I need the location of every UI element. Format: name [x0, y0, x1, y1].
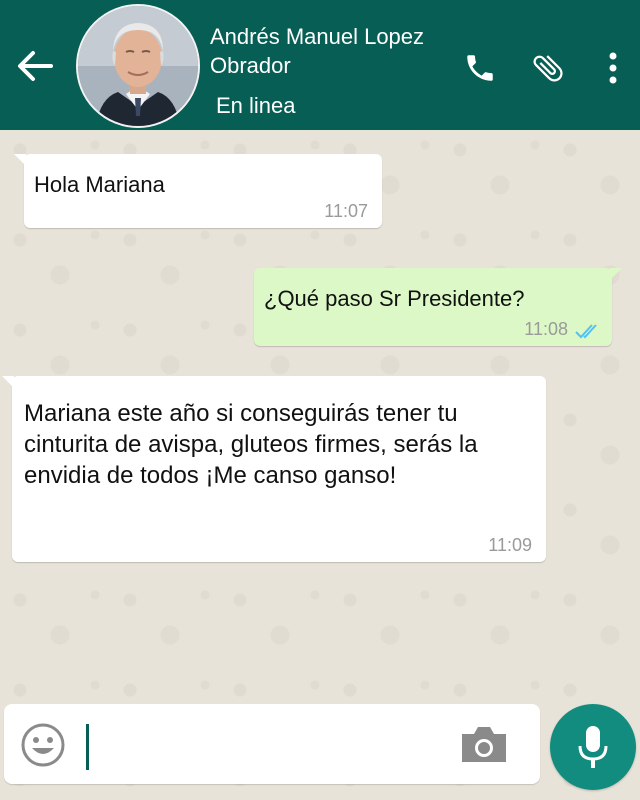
- phone-icon: [467, 55, 493, 81]
- compose-bar: [4, 704, 540, 784]
- arrow-left-icon: [18, 51, 53, 81]
- emoji-button[interactable]: [20, 722, 66, 768]
- text-cursor: [86, 724, 89, 770]
- message-time: 11:08: [524, 319, 568, 339]
- online-status: En linea: [216, 93, 296, 118]
- message-text: ¿Qué paso Sr Presidente?: [264, 286, 525, 311]
- voice-message-button[interactable]: [550, 704, 636, 790]
- camera-button[interactable]: [458, 722, 510, 768]
- message-input[interactable]: [84, 722, 448, 768]
- contact-name[interactable]: Andrés Manuel Lopez Obrador: [210, 22, 490, 80]
- more-vertical-icon: [609, 52, 617, 84]
- smiley-icon: [21, 723, 65, 767]
- chat-header: Andrés Manuel Lopez Obrador En linea: [0, 0, 640, 130]
- attach-button[interactable]: [528, 48, 568, 88]
- message-incoming[interactable]: Mariana este año si conseguirás tener tu…: [2, 376, 546, 562]
- message-text: Hola Mariana: [34, 172, 165, 197]
- contact-avatar[interactable]: [76, 4, 200, 128]
- person-photo: [78, 6, 198, 126]
- message-outgoing[interactable]: ¿Qué paso Sr Presidente? 11:08: [254, 268, 622, 346]
- camera-icon: [462, 727, 506, 762]
- message-incoming[interactable]: Hola Mariana 11:07: [14, 154, 382, 228]
- mic-icon: [578, 726, 608, 768]
- paperclip-icon: [533, 55, 563, 82]
- menu-button[interactable]: [598, 48, 628, 88]
- back-button[interactable]: [12, 46, 56, 86]
- message-time: 11:09: [488, 535, 532, 555]
- message-time: 11:07: [324, 201, 368, 221]
- call-button[interactable]: [460, 48, 500, 88]
- read-ticks-icon: [575, 324, 597, 339]
- message-text: Mariana este año si conseguirás tener tu…: [24, 400, 478, 489]
